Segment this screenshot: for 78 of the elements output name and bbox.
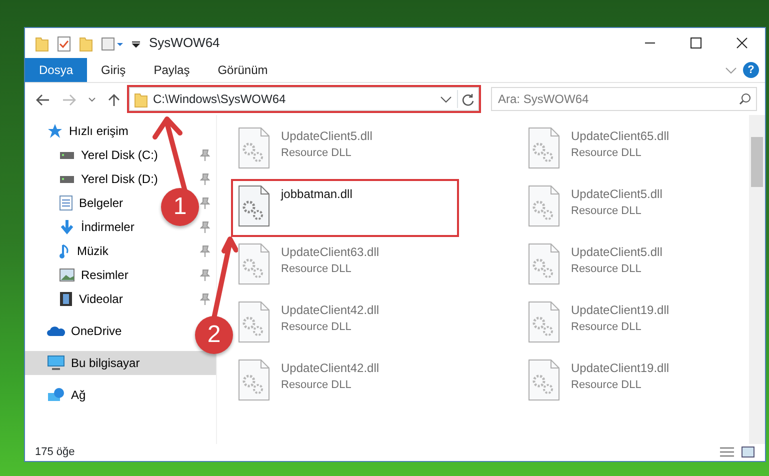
dll-file-icon[interactable] bbox=[237, 185, 271, 227]
address-bar[interactable]: C:\Windows\SysWOW64 bbox=[129, 87, 479, 111]
star-icon bbox=[47, 123, 63, 139]
help-button[interactable]: ? bbox=[743, 62, 759, 78]
file-type: Resource DLL bbox=[281, 146, 352, 161]
dll-file-icon[interactable] bbox=[237, 243, 271, 285]
file-type: Resource DLL bbox=[571, 262, 642, 277]
file-name[interactable]: UpdateClient19.dll bbox=[571, 359, 670, 377]
file-name[interactable]: UpdateClient42.dll bbox=[281, 301, 380, 319]
download-icon bbox=[59, 219, 75, 235]
window-title: SysWOW64 bbox=[149, 34, 220, 52]
ribbon-tab[interactable]: Dosya bbox=[25, 58, 88, 82]
dll-file-icon[interactable] bbox=[527, 127, 561, 169]
up-arrow-icon bbox=[108, 92, 120, 107]
search-field[interactable]: Ara: SysWOW64 bbox=[491, 87, 757, 111]
drive-icon bbox=[59, 176, 75, 182]
dll-file-icon[interactable] bbox=[237, 301, 271, 343]
forward-arrow-icon bbox=[62, 94, 76, 106]
checklist-icon[interactable] bbox=[57, 34, 71, 52]
ribbon-tab[interactable]: Görünüm bbox=[204, 58, 282, 82]
file-type: Resource DLL bbox=[571, 204, 642, 219]
video-icon bbox=[59, 291, 73, 307]
file-type: Resource DLL bbox=[281, 378, 352, 393]
computer-icon bbox=[47, 355, 65, 371]
sidebar-item[interactable]: Resimler bbox=[25, 263, 132, 287]
file-name[interactable]: UpdateClient5.dll bbox=[571, 243, 662, 261]
pin-icon[interactable] bbox=[200, 173, 210, 185]
picture-icon bbox=[59, 268, 75, 282]
pin-icon[interactable] bbox=[200, 221, 210, 233]
sidebar-item[interactable]: Yerel Disk (C:) bbox=[25, 143, 162, 167]
pin-icon[interactable] bbox=[200, 269, 210, 281]
maximize-icon bbox=[690, 37, 702, 49]
sidebar-item[interactable]: Bu bilgisayar bbox=[25, 351, 216, 375]
file-name[interactable]: UpdateClient65.dll bbox=[571, 127, 670, 145]
sidebar-item[interactable]: Belgeler bbox=[25, 191, 128, 215]
file-name[interactable]: UpdateClient5.dll bbox=[571, 185, 662, 203]
scrollbar-thumb[interactable] bbox=[751, 137, 763, 187]
sidebar-item[interactable]: OneDrive bbox=[25, 319, 126, 343]
file-type: Resource DLL bbox=[571, 146, 642, 161]
address-path: C:\Windows\SysWOW64 bbox=[153, 91, 287, 108]
sidebar-item[interactable]: Yerel Disk (D:) bbox=[25, 167, 162, 191]
ribbon-tab[interactable]: Paylaş bbox=[140, 58, 204, 82]
cloud-icon bbox=[47, 325, 65, 337]
document-icon bbox=[59, 195, 73, 211]
sidebar-item[interactable]: Ağ bbox=[25, 383, 90, 407]
pin-icon[interactable] bbox=[200, 245, 210, 257]
pin-icon[interactable] bbox=[200, 149, 210, 161]
file-name[interactable]: jobbatman.dll bbox=[281, 185, 352, 203]
search-icon[interactable] bbox=[739, 93, 751, 105]
close-icon bbox=[736, 37, 748, 49]
scrollbar[interactable] bbox=[749, 115, 765, 444]
pin-icon[interactable] bbox=[200, 293, 210, 305]
item-count: 175 öğe bbox=[35, 445, 75, 460]
dll-file-icon[interactable] bbox=[527, 301, 561, 343]
file-name[interactable]: UpdateClient42.dll bbox=[281, 359, 380, 377]
dll-file-icon[interactable] bbox=[527, 359, 561, 401]
network-icon bbox=[47, 387, 65, 403]
sidebar-item[interactable]: Videolar bbox=[25, 287, 127, 311]
dll-file-icon[interactable] bbox=[237, 127, 271, 169]
sidebar-item[interactable]: Hızlı erişim bbox=[25, 119, 132, 143]
ribbon-tab[interactable]: Giriş bbox=[87, 58, 140, 82]
caret-icon bbox=[88, 96, 96, 103]
back-arrow-icon bbox=[36, 94, 50, 106]
pin-icon[interactable] bbox=[200, 197, 210, 209]
file-type: Resource DLL bbox=[571, 378, 642, 393]
dll-file-icon[interactable] bbox=[237, 359, 271, 401]
dll-file-icon[interactable] bbox=[527, 243, 561, 285]
music-icon bbox=[59, 243, 71, 259]
file-name[interactable]: UpdateClient19.dll bbox=[571, 301, 670, 319]
drive-icon bbox=[59, 152, 75, 158]
file-type: Resource DLL bbox=[571, 320, 642, 335]
file-type: Resource DLL bbox=[281, 320, 352, 335]
file-type: Resource DLL bbox=[281, 262, 352, 277]
sidebar-item[interactable]: İndirmeler bbox=[25, 215, 138, 239]
file-name[interactable]: UpdateClient63.dll bbox=[281, 243, 380, 261]
dll-file-icon[interactable] bbox=[527, 185, 561, 227]
file-name[interactable]: UpdateClient5.dll bbox=[281, 127, 372, 145]
sidebar-item[interactable]: Müzik bbox=[25, 239, 112, 263]
